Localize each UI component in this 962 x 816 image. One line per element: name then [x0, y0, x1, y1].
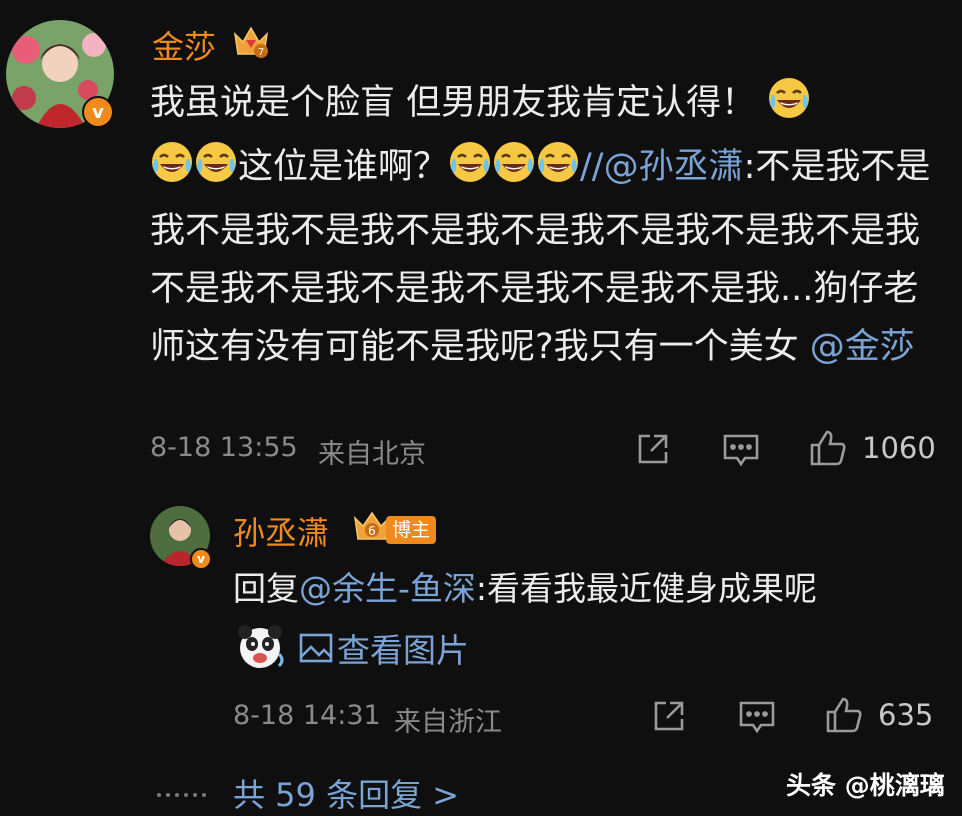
verified-badge: v — [82, 96, 114, 128]
mention-link-yusheng[interactable]: @余生-鱼深 — [299, 569, 476, 608]
reply-like-button[interactable]: 635 — [824, 695, 933, 735]
blogger-badge: 博主 — [386, 516, 437, 544]
laughing-crying-emoji-icon — [767, 76, 811, 138]
view-image-label: 查看图片 — [337, 631, 469, 670]
mention-link-sunchengxiao[interactable]: //@孙丞潇 — [580, 147, 744, 187]
watermark: 头条 @桃漓璃 — [786, 771, 945, 800]
comment-icon[interactable] — [721, 432, 761, 468]
laughing-crying-emoji-icon — [492, 140, 536, 202]
like-button[interactable]: 1060 — [808, 428, 936, 468]
more-replies-link[interactable]: 共 59 条回复 > — [233, 770, 459, 816]
reply-body: 回复@余生-鱼深:看看我最近健身成果呢 — [233, 560, 817, 618]
comment-body: 我虽说是个脸盲 但男朋友我肯定认得！ 这位是谁啊？//@孙丞潇:不是我不是我不是… — [150, 74, 940, 376]
view-image-link[interactable]: 查看图片 — [299, 624, 469, 672]
panda-sticker-icon — [233, 620, 287, 676]
comment-location: 来自北京 — [318, 439, 426, 470]
reply-comment-icon[interactable] — [737, 699, 777, 735]
replier-name[interactable]: 孙丞潇 — [233, 508, 329, 554]
dots-separator-icon — [155, 785, 209, 804]
laughing-crying-emoji-icon — [536, 140, 580, 202]
reply-location: 来自浙江 — [394, 707, 502, 738]
thumbs-up-icon — [826, 697, 862, 733]
laughing-crying-emoji-icon — [448, 140, 492, 202]
like-count: 1060 — [862, 431, 936, 465]
image-icon — [299, 633, 333, 663]
share-icon[interactable] — [634, 430, 672, 468]
reply-like-count: 635 — [878, 698, 934, 732]
comment-date: 8-18 13:55 — [150, 432, 298, 463]
reply-share-icon[interactable] — [650, 697, 688, 735]
comment-text-part2: 这位是谁啊？ — [238, 147, 449, 187]
comment-text-part1: 我虽说是个脸盲 但男朋友我肯定认得！ — [150, 83, 757, 123]
mention-link-jinsha[interactable]: @金莎 — [810, 327, 915, 367]
verified-badge: v — [190, 548, 212, 570]
reply-text: :看看我最近健身成果呢 — [475, 569, 818, 608]
crown-level-icon: 7 — [232, 24, 270, 64]
reply-date: 8-18 14:31 — [233, 700, 381, 731]
laughing-crying-emoji-icon — [150, 140, 194, 202]
svg-text:6: 6 — [368, 524, 376, 538]
reply-prefix: 回复 — [233, 569, 299, 608]
laughing-crying-emoji-icon — [194, 140, 238, 202]
commenter-name[interactable]: 金莎 — [152, 22, 216, 68]
svg-text:7: 7 — [258, 47, 264, 58]
thumbs-up-icon — [810, 430, 846, 466]
